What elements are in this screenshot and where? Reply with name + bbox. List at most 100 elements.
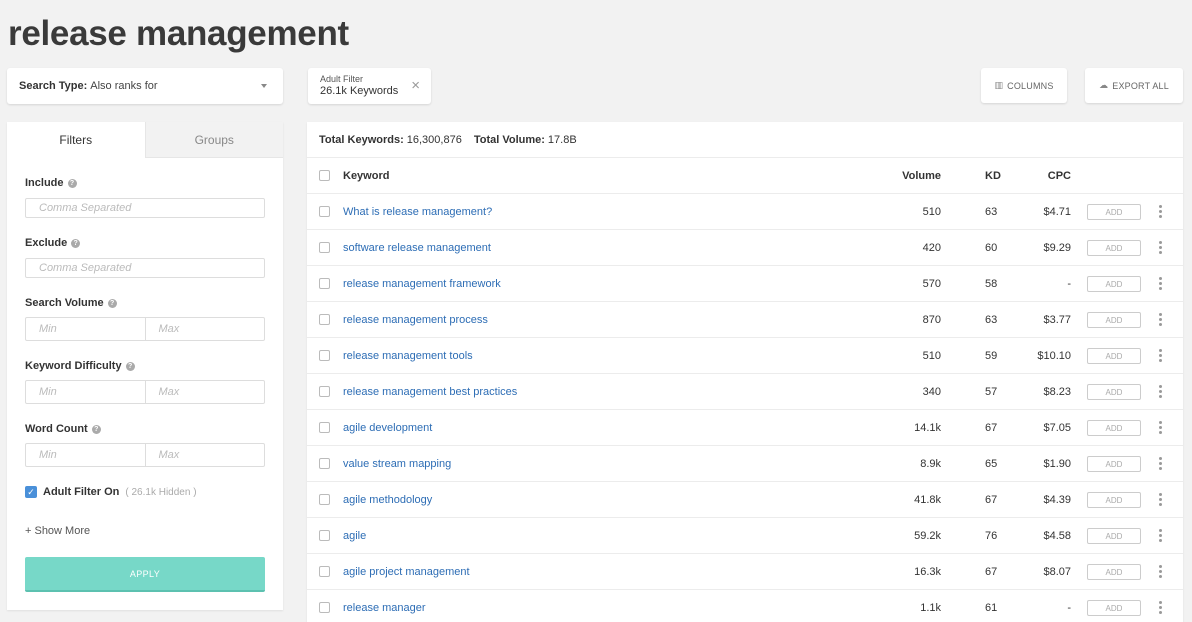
- search-volume-min-input[interactable]: Min: [26, 318, 145, 340]
- add-button[interactable]: ADD: [1087, 420, 1141, 436]
- tab-groups[interactable]: Groups: [144, 122, 283, 158]
- add-button[interactable]: ADD: [1087, 456, 1141, 472]
- cpc-cell: $4.58: [1043, 530, 1071, 542]
- add-button[interactable]: ADD: [1087, 384, 1141, 400]
- table-row: agile methodology 41.8k 67 $4.39 ADD: [307, 482, 1183, 518]
- add-button[interactable]: ADD: [1087, 564, 1141, 580]
- row-checkbox[interactable]: [319, 602, 330, 613]
- keyword-link[interactable]: agile: [343, 518, 366, 554]
- add-button[interactable]: ADD: [1087, 276, 1141, 292]
- add-button[interactable]: ADD: [1087, 492, 1141, 508]
- cpc-cell: $7.05: [1043, 422, 1071, 434]
- row-checkbox[interactable]: [319, 242, 330, 253]
- include-input[interactable]: Comma Separated: [25, 198, 265, 218]
- export-all-button[interactable]: ☁ EXPORT ALL: [1085, 68, 1183, 103]
- header-kd[interactable]: KD: [985, 158, 1001, 194]
- kd-cell: 63: [985, 206, 998, 218]
- row-checkbox[interactable]: [319, 530, 330, 541]
- header-keyword[interactable]: Keyword: [343, 158, 389, 194]
- row-checkbox[interactable]: [319, 422, 330, 433]
- more-options-icon[interactable]: [1159, 601, 1163, 614]
- row-checkbox[interactable]: [319, 494, 330, 505]
- help-icon[interactable]: ?: [91, 424, 101, 434]
- add-button[interactable]: ADD: [1087, 600, 1141, 616]
- row-checkbox[interactable]: [319, 350, 330, 361]
- keyword-link[interactable]: What is release management?: [343, 194, 492, 230]
- tab-filters[interactable]: Filters: [7, 122, 145, 158]
- kd-cell: 67: [985, 566, 998, 578]
- page-title: release management: [8, 14, 349, 53]
- close-icon[interactable]: ×: [411, 78, 420, 93]
- more-options-icon[interactable]: [1159, 205, 1163, 218]
- more-options-icon[interactable]: [1159, 241, 1163, 254]
- add-button[interactable]: ADD: [1087, 528, 1141, 544]
- help-icon[interactable]: ?: [107, 298, 117, 308]
- keyword-link[interactable]: release management best practices: [343, 374, 517, 410]
- row-checkbox[interactable]: [319, 566, 330, 577]
- header-volume[interactable]: Volume: [902, 158, 941, 194]
- keyword-link[interactable]: release management framework: [343, 266, 501, 302]
- add-button[interactable]: ADD: [1087, 204, 1141, 220]
- row-checkbox[interactable]: [319, 314, 330, 325]
- keyword-link[interactable]: agile project management: [343, 554, 470, 590]
- select-all-checkbox[interactable]: [319, 170, 330, 181]
- more-options-icon[interactable]: [1159, 385, 1163, 398]
- search-type-dropdown[interactable]: Search Type: Also ranks for: [7, 68, 283, 104]
- search-type-value: Also ranks for: [90, 80, 158, 92]
- row-checkbox[interactable]: [319, 386, 330, 397]
- table-header: Keyword Volume KD CPC: [307, 158, 1183, 194]
- help-icon[interactable]: ?: [67, 178, 77, 188]
- kd-cell: 65: [985, 458, 998, 470]
- exclude-label-text: Exclude: [25, 237, 68, 249]
- help-icon[interactable]: ?: [71, 238, 81, 248]
- volume-cell: 41.8k: [914, 494, 941, 506]
- adult-filter-checkbox[interactable]: ✓: [25, 486, 37, 498]
- more-options-icon[interactable]: [1159, 421, 1163, 434]
- help-icon[interactable]: ?: [125, 361, 135, 371]
- more-options-icon[interactable]: [1159, 493, 1163, 506]
- keyword-link[interactable]: agile methodology: [343, 482, 432, 518]
- apply-button[interactable]: APPLY: [25, 557, 265, 592]
- kd-max-input[interactable]: Max: [144, 381, 265, 403]
- header-cpc[interactable]: CPC: [1048, 158, 1071, 194]
- word-count-min-input[interactable]: Min: [26, 444, 145, 466]
- table-row: release management framework 570 58 - ADD: [307, 266, 1183, 302]
- keyword-link[interactable]: software release management: [343, 230, 491, 266]
- add-button[interactable]: ADD: [1087, 312, 1141, 328]
- row-checkbox[interactable]: [319, 278, 330, 289]
- kd-min-input[interactable]: Min: [26, 381, 145, 403]
- volume-cell: 420: [922, 242, 941, 254]
- add-button[interactable]: ADD: [1087, 348, 1141, 364]
- keyword-link[interactable]: release management tools: [343, 338, 473, 374]
- search-volume-max-input[interactable]: Max: [144, 318, 265, 340]
- more-options-icon[interactable]: [1159, 277, 1163, 290]
- kd-cell: 57: [985, 386, 998, 398]
- table-row: software release management 420 60 $9.29 ADD: [307, 230, 1183, 266]
- search-type-label: Search Type:: [19, 80, 88, 92]
- volume-cell: 8.9k: [920, 458, 941, 470]
- keyword-link[interactable]: value stream mapping: [343, 446, 451, 482]
- table-row: agile development 14.1k 67 $7.05 ADD: [307, 410, 1183, 446]
- keyword-link[interactable]: release management process: [343, 302, 488, 338]
- more-options-icon[interactable]: [1159, 313, 1163, 326]
- word-count-max-input[interactable]: Max: [144, 444, 265, 466]
- show-more-link[interactable]: + Show More: [25, 525, 90, 537]
- table-body: What is release management? 510 63 $4.71 ADD…: [307, 194, 1183, 622]
- columns-button[interactable]: ▥ COLUMNS: [981, 68, 1067, 103]
- row-checkbox[interactable]: [319, 206, 330, 217]
- more-options-icon[interactable]: [1159, 529, 1163, 542]
- row-checkbox[interactable]: [319, 458, 330, 469]
- keyword-link[interactable]: agile development: [343, 410, 432, 446]
- keyword-link[interactable]: release manager: [343, 590, 426, 622]
- totals-bar: Total Keywords: 16,300,876 Total Volume:…: [307, 122, 1183, 158]
- more-options-icon[interactable]: [1159, 565, 1163, 578]
- total-keywords-label: Total Keywords:: [319, 133, 404, 146]
- cloud-download-icon: ☁: [1099, 80, 1109, 90]
- search-volume-range: Min Max: [25, 317, 265, 341]
- exclude-input[interactable]: Comma Separated: [25, 258, 265, 278]
- more-options-icon[interactable]: [1159, 457, 1163, 470]
- total-keywords-value: 16,300,876: [406, 133, 462, 146]
- more-options-icon[interactable]: [1159, 349, 1163, 362]
- volume-cell: 510: [922, 350, 941, 362]
- add-button[interactable]: ADD: [1087, 240, 1141, 256]
